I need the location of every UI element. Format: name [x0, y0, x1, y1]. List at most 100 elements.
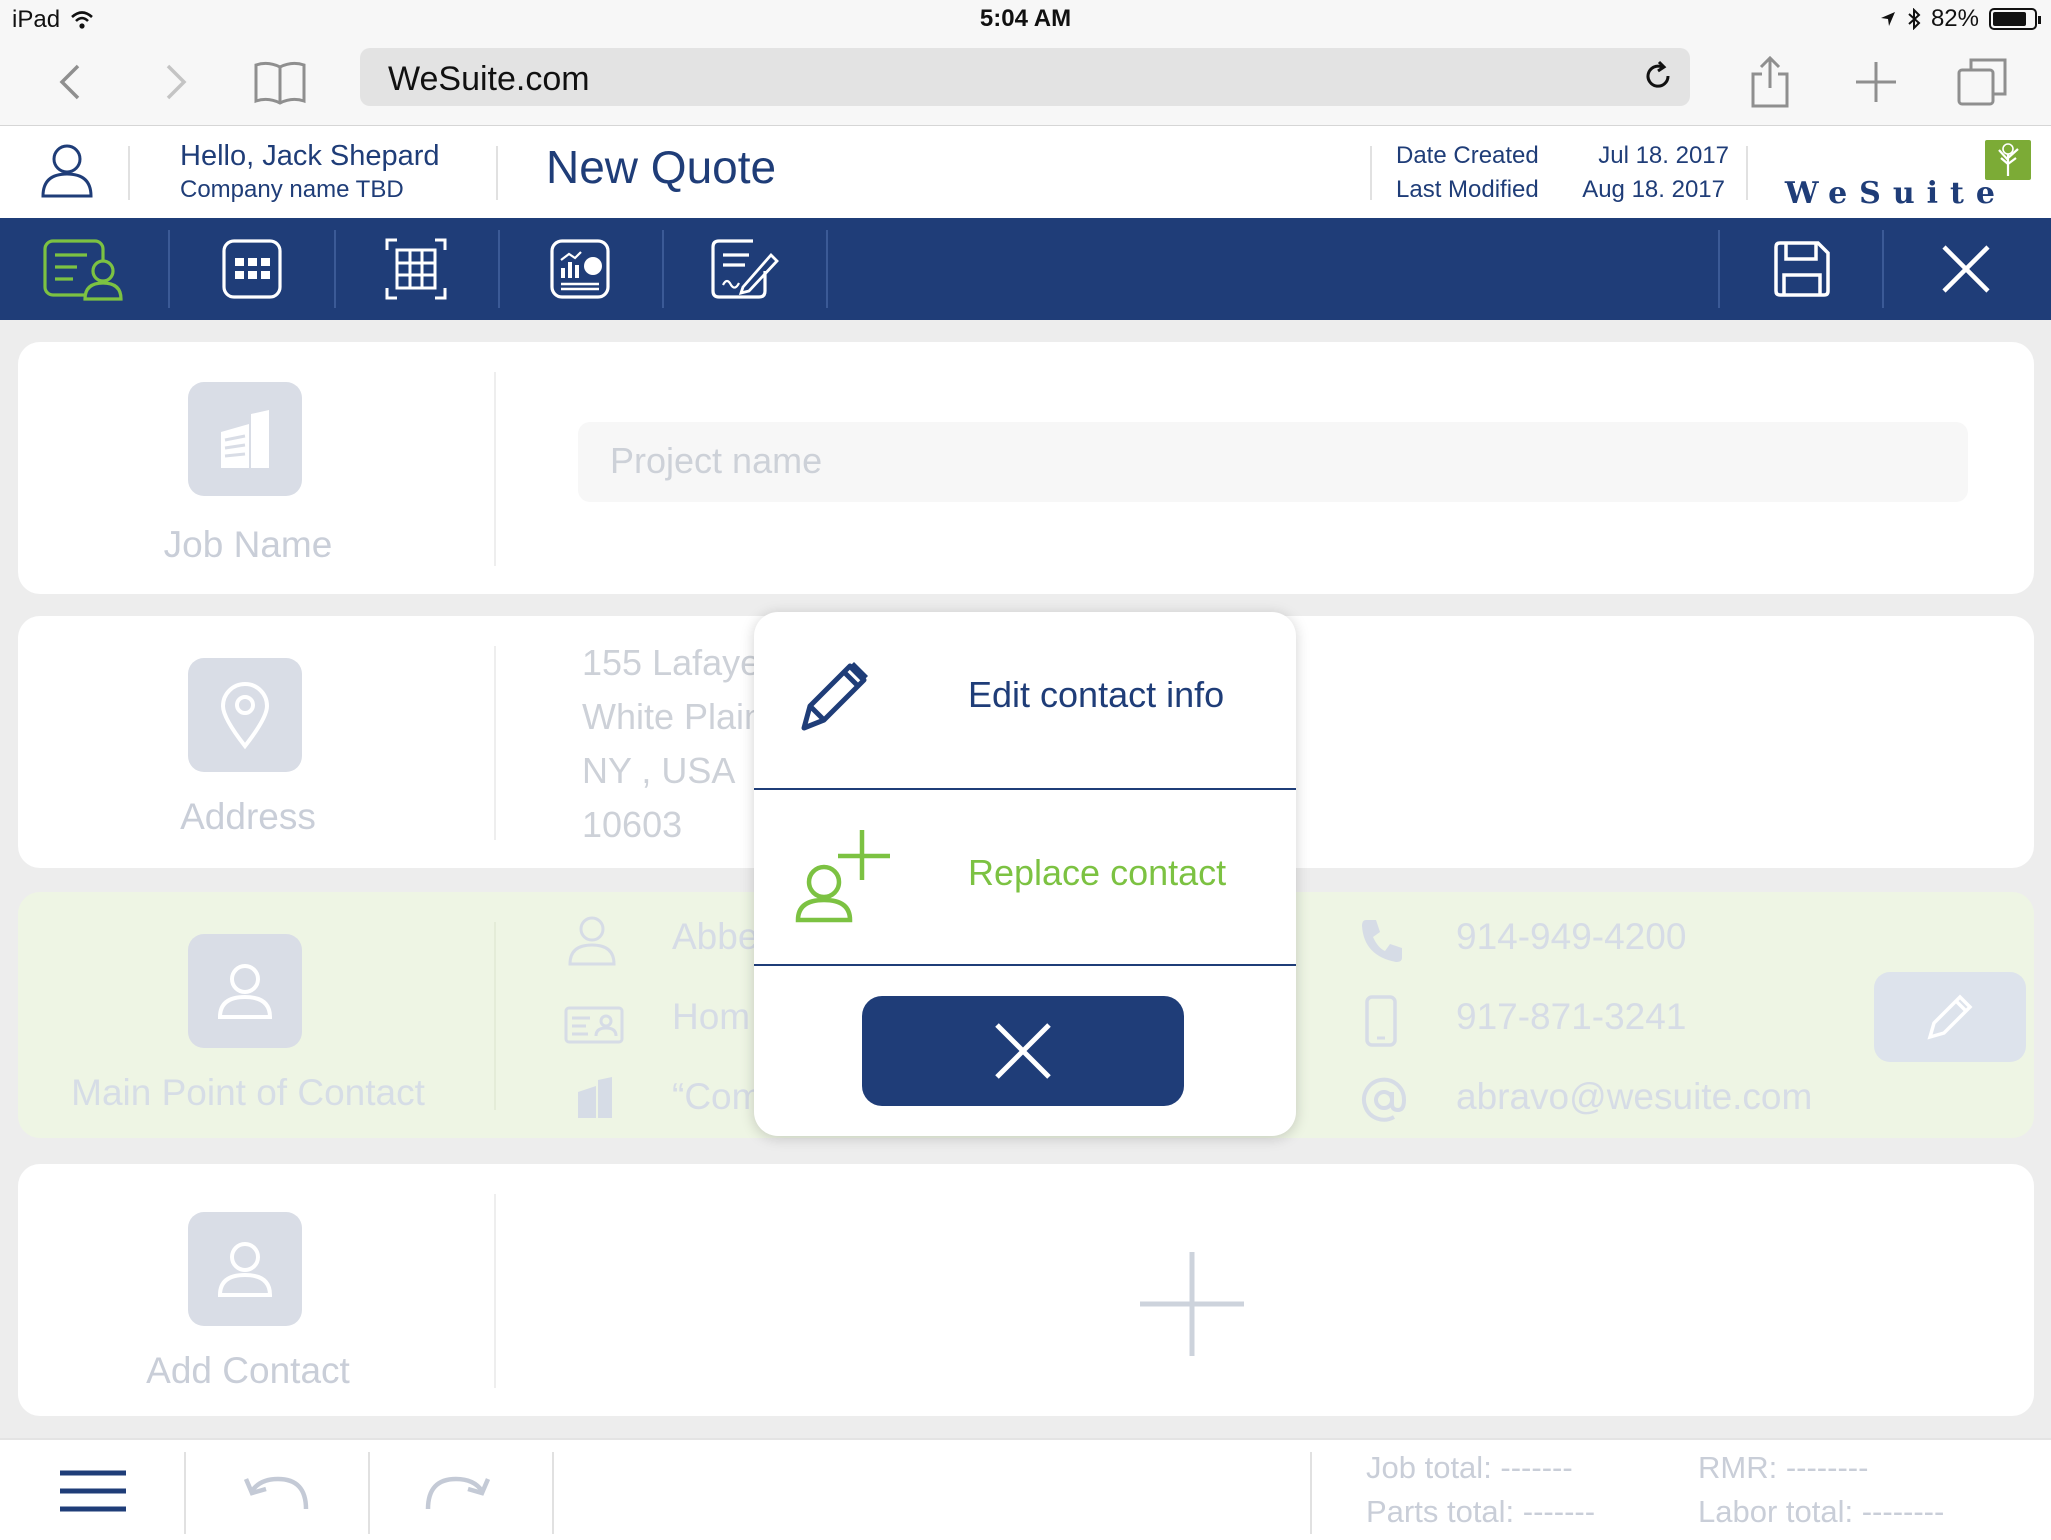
contact-icon-tile [188, 934, 302, 1048]
menu-button[interactable] [40, 1440, 146, 1540]
reload-icon[interactable] [1642, 60, 1674, 92]
add-contact-plus-icon[interactable] [1138, 1250, 1246, 1358]
table-icon [385, 238, 447, 300]
last-modified-label: Last Modified [1396, 176, 1539, 203]
report-tab-button[interactable] [498, 218, 662, 320]
sign-document-icon [711, 239, 779, 299]
tree-icon [1998, 143, 2019, 176]
popover-close-button[interactable] [862, 996, 1184, 1106]
contact-options-popover: Edit contact info Replace contact [754, 612, 1296, 1136]
job-name-label: Job Name [163, 524, 333, 565]
contact-name: Abbe [672, 916, 759, 957]
job-icon-tile [188, 382, 302, 496]
hamburger-menu-icon [60, 1470, 126, 1512]
clock: 5:04 AM [979, 5, 1072, 32]
close-icon [1942, 245, 1990, 293]
contact-tab-button[interactable] [4, 218, 168, 320]
address-icon-tile [188, 658, 302, 772]
pencil-icon [801, 662, 868, 731]
edit-contact-button[interactable] [1874, 972, 2026, 1062]
bookmarks-button[interactable] [250, 52, 310, 112]
address-bar[interactable]: WeSuite.com [360, 48, 1690, 106]
browser-toolbar: WeSuite.com [0, 38, 2051, 126]
chevron-left-icon [59, 64, 80, 100]
person-icon [217, 964, 273, 1019]
add-contact-icon-tile [188, 1212, 302, 1326]
replace-contact-option[interactable]: Replace contact [754, 790, 1296, 964]
project-name-input[interactable]: Project name [578, 422, 1968, 502]
person-icon [217, 1242, 273, 1297]
undo-button[interactable] [224, 1440, 330, 1540]
book-icon [254, 61, 306, 105]
contact-phone: 914-949-4200 [1456, 916, 1687, 957]
sign-tab-button[interactable] [662, 218, 826, 320]
company-name: Company name TBD [180, 176, 404, 203]
tabs-icon [1957, 58, 2007, 106]
url-text: WeSuite.com [388, 60, 590, 98]
parts-total: Parts total: ------- [1366, 1494, 1596, 1529]
brand-tree-logo [1985, 140, 2031, 180]
contact-email: abravo@wesuite.com [1456, 1076, 1813, 1117]
add-person-icon [795, 830, 890, 923]
job-name-card: Job Name Project name [18, 342, 2034, 594]
share-button[interactable] [1740, 52, 1800, 112]
battery-percent: 82% [1930, 5, 1979, 32]
share-icon [1751, 56, 1789, 108]
id-card-icon [564, 1006, 624, 1044]
mobile-phone-icon [1365, 995, 1397, 1047]
status-bar: iPad 5:04 AM 82% [0, 0, 2051, 38]
add-contact-label: Add Contact [146, 1350, 350, 1391]
save-button[interactable] [1720, 218, 1884, 320]
user-icon[interactable] [40, 142, 94, 198]
grid-tab-button[interactable] [170, 218, 334, 320]
main-toolbar [0, 218, 2051, 320]
grid-icon [222, 239, 282, 299]
user-greeting: Hello, Jack Shepard [180, 140, 440, 172]
contact-type: Hom [672, 996, 751, 1037]
chevron-right-icon [166, 64, 187, 100]
edit-contact-info-option[interactable]: Edit contact info [754, 612, 1296, 786]
labor-total: Labor total: -------- [1698, 1494, 1945, 1529]
contact-mobile: 917-871-3241 [1456, 996, 1687, 1037]
forward-button[interactable] [146, 52, 206, 112]
new-tab-button[interactable] [1846, 52, 1906, 112]
last-modified-value: Aug 18. 2017 [1582, 176, 1725, 203]
add-contact-card: Add Contact [18, 1164, 2034, 1416]
table-tab-button[interactable] [334, 218, 498, 320]
location-pin-icon [220, 682, 270, 750]
building-icon [221, 410, 269, 468]
address-line-1: 155 Lafayet [582, 642, 771, 683]
redo-icon [425, 1476, 491, 1510]
contact-list-icon [43, 239, 123, 301]
date-created-label: Date Created [1396, 142, 1539, 169]
app-header: Hello, Jack Shepard Company name TBD New… [0, 126, 2051, 218]
plus-icon [1856, 62, 1896, 102]
address-label: Address [180, 796, 316, 837]
save-icon [1774, 241, 1830, 297]
date-created-value: Jul 18. 2017 [1598, 142, 1729, 169]
email-at-icon [1362, 1077, 1407, 1122]
phone-icon [1362, 920, 1402, 962]
address-line-3: NY , USA [582, 750, 736, 791]
brand-name: WeSuite [1784, 176, 2007, 211]
undo-icon [243, 1476, 309, 1510]
bluetooth-icon [1908, 8, 1921, 30]
bottom-bar: Job total: ------- Parts total: ------- … [0, 1438, 2051, 1540]
edit-contact-info-label: Edit contact info [968, 674, 1225, 715]
page-title: New Quote [546, 141, 777, 193]
redo-button[interactable] [404, 1440, 510, 1540]
back-button[interactable] [40, 52, 100, 112]
tabs-button[interactable] [1952, 52, 2012, 112]
battery-icon [1989, 8, 2041, 30]
pencil-icon [1927, 994, 1973, 1040]
chart-icon [550, 239, 610, 299]
address-line-4: 10603 [582, 804, 683, 845]
close-icon [995, 1023, 1051, 1079]
close-quote-button[interactable] [1884, 218, 2048, 320]
company-building-icon [578, 1077, 612, 1118]
replace-contact-label: Replace contact [968, 852, 1227, 893]
job-total: Job total: ------- [1366, 1450, 1573, 1485]
contact-company: “Com [672, 1076, 763, 1117]
contact-person-icon [568, 916, 616, 966]
main-contact-label: Main Point of Contact [71, 1072, 425, 1113]
